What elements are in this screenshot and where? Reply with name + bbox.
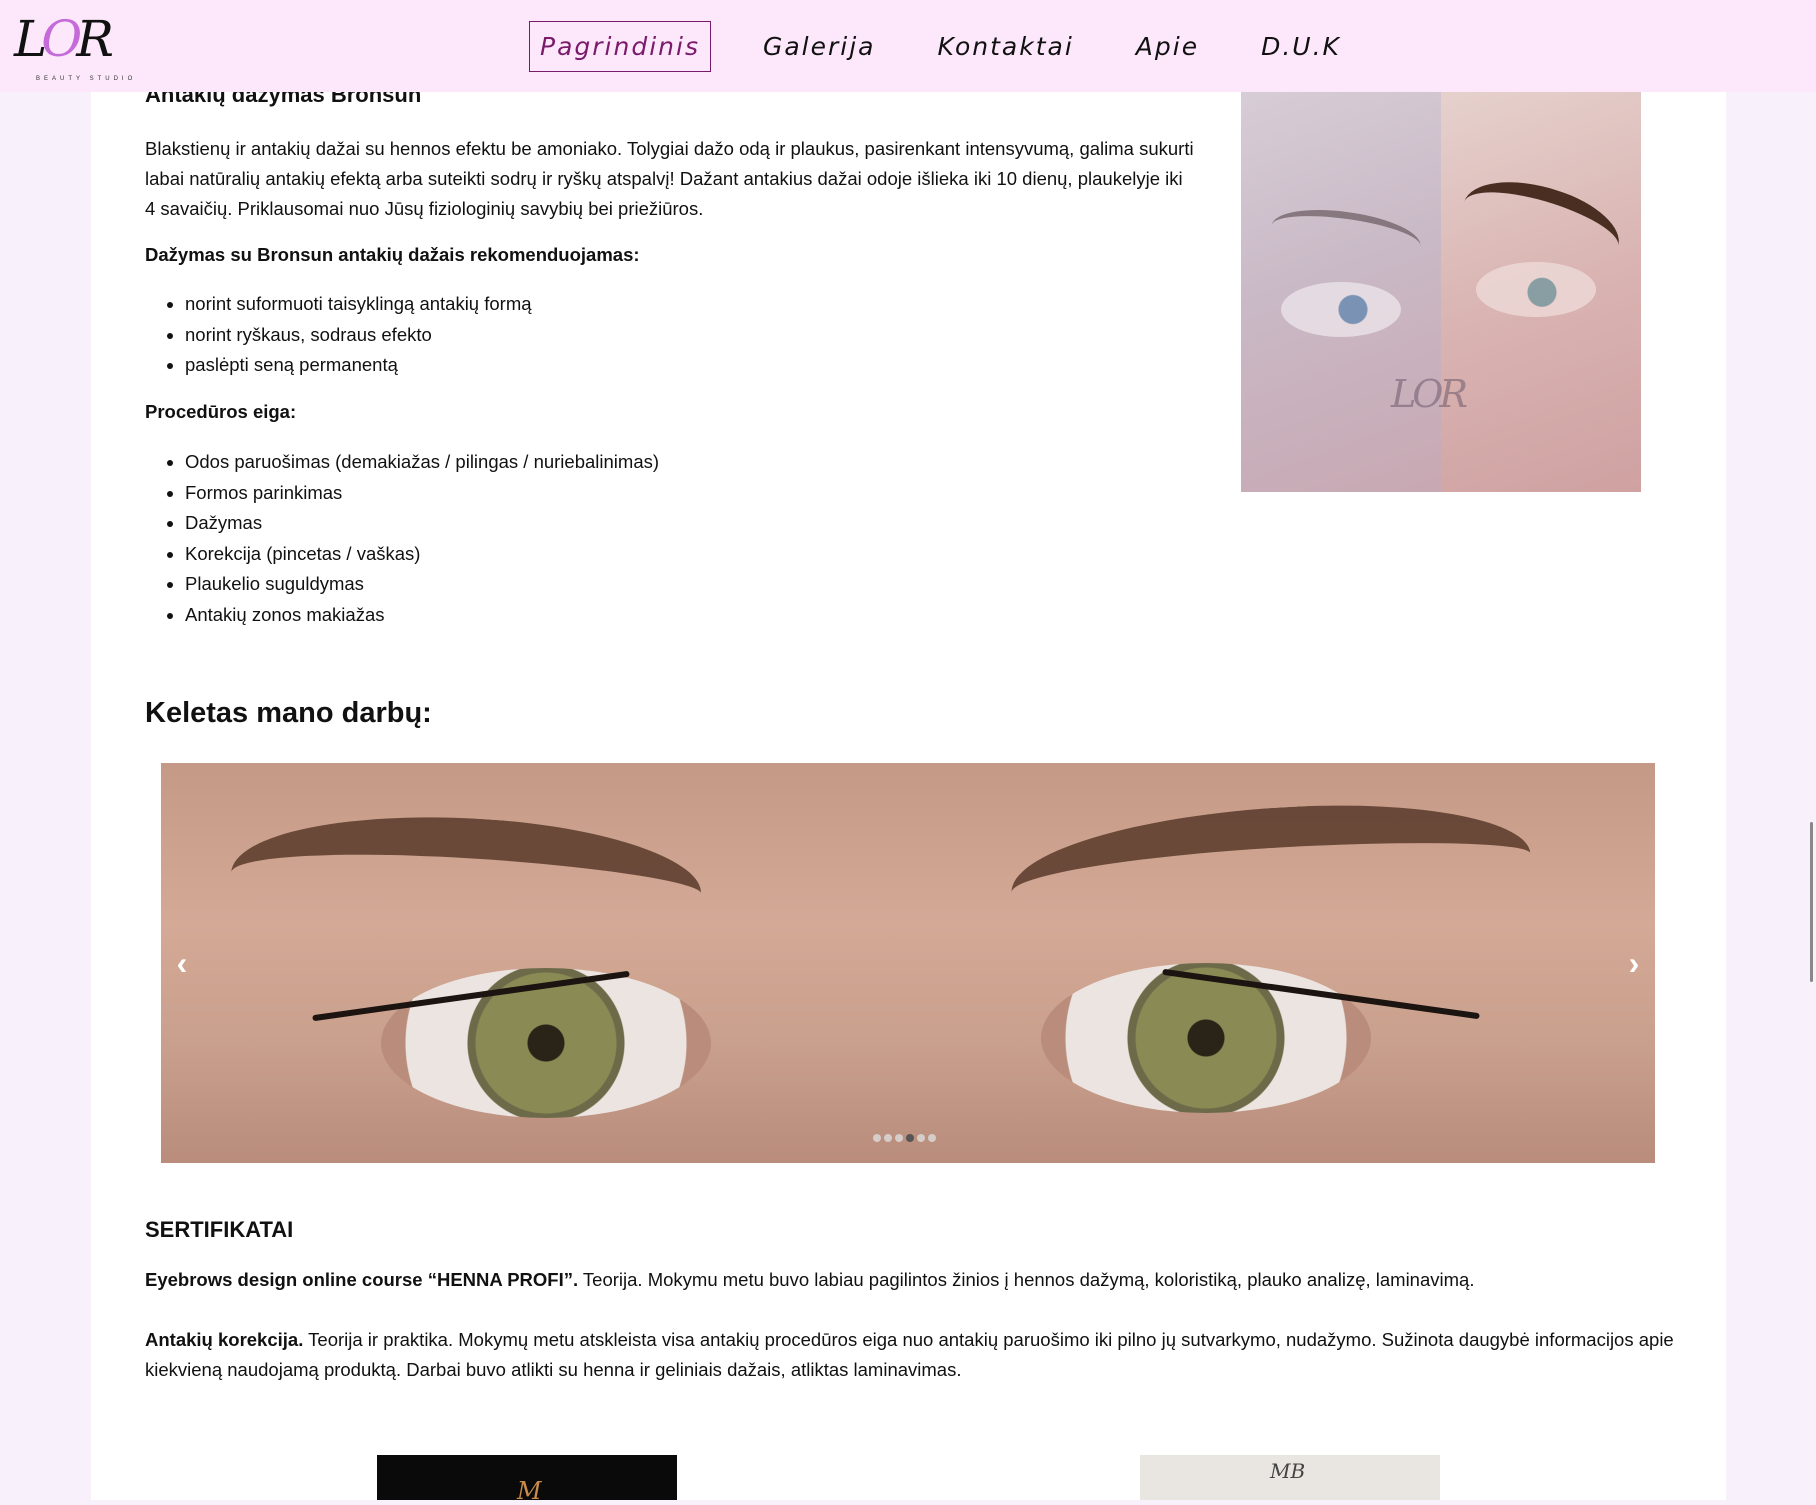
slide-brow-left (227, 801, 705, 965)
slider-dot[interactable] (873, 1134, 881, 1142)
list-item: Antakių zonos makiažas (185, 600, 659, 631)
list-item: Plaukelio suguldymas (185, 569, 659, 600)
slider-dot[interactable] (884, 1134, 892, 1142)
works-slider[interactable]: ‹ › (161, 763, 1655, 1163)
list-item: Korekcija (pincetas / vaškas) (185, 539, 659, 570)
list-item: norint suformuoti taisyklingą antakių fo… (185, 289, 532, 320)
page-scrollbar[interactable] (1810, 822, 1813, 982)
before-after-photo: LOR (1241, 92, 1641, 492)
nav-item-galerija[interactable]: Galerija (753, 22, 886, 71)
nav-item-kontaktai[interactable]: Kontaktai (927, 22, 1083, 71)
nav-item-duk[interactable]: D.U.K (1251, 22, 1351, 71)
works-title: Keletas mano darbų: (145, 697, 432, 729)
slide-eye-right (1041, 963, 1371, 1113)
certificate-item: Eyebrows design online course “HENNA PRO… (145, 1265, 1675, 1295)
certificate-mark: MB (1270, 1459, 1306, 1483)
service-description: Blakstienų ir antakių dažai su hennos ef… (145, 138, 1194, 219)
slider-dot[interactable] (917, 1134, 925, 1142)
slider-prev-arrow[interactable]: ‹ (167, 943, 197, 983)
list-item: Formos parinkimas (185, 478, 659, 509)
recommended-title: Dažymas su Bronsun antakių dažais rekome… (145, 244, 640, 265)
site-header: LOR BEAUTY STUDIO Pagrindinis Galerija K… (0, 0, 1816, 92)
main-nav: Pagrindinis Galerija Kontaktai Apie D.U.… (529, 20, 1393, 72)
slider-dots (873, 1134, 936, 1142)
nav-item-pagrindinis[interactable]: Pagrindinis (529, 20, 711, 72)
slide-brow-right (1007, 794, 1535, 952)
procedure-title: Procedūros eiga: (145, 401, 297, 422)
nav-item-apie[interactable]: Apie (1126, 22, 1209, 71)
slider-next-arrow[interactable]: › (1619, 943, 1649, 983)
logo-subtitle: BEAUTY STUDIO (36, 76, 137, 82)
certificate-image[interactable]: M (377, 1455, 677, 1505)
slider-dot[interactable] (895, 1134, 903, 1142)
eye-before-shape (1281, 282, 1401, 337)
brand-logo[interactable]: LOR BEAUTY STUDIO (14, 10, 138, 84)
procedure-list: Odos paruošimas (demakiažas / pilingas /… (145, 447, 659, 630)
list-item: norint ryškaus, sodraus efekto (185, 320, 532, 351)
certificate-text: Teorija ir praktika. Mokymų metu atsklei… (145, 1329, 1674, 1380)
certificate-item: Antakių korekcija. Teorija ir praktika. … (145, 1325, 1675, 1385)
certificate-text: Teorija. Mokymu metu buvo labiau pagilin… (578, 1269, 1475, 1290)
certificate-name: Eyebrows design online course “HENNA PRO… (145, 1269, 579, 1290)
slider-dot[interactable] (906, 1134, 914, 1142)
slider-dot[interactable] (928, 1134, 936, 1142)
eye-after-shape (1476, 262, 1596, 317)
list-item: paslėpti seną permanentą (185, 350, 532, 381)
certificate-mark: M (517, 1477, 542, 1505)
slide-eye-left (381, 968, 711, 1118)
certificate-image[interactable]: MB (1140, 1455, 1440, 1500)
logo-monogram: LOR (14, 10, 114, 68)
certificates-title: SERTIFIKATAI (145, 1217, 294, 1242)
list-item: Odos paruošimas (demakiažas / pilingas /… (185, 447, 659, 478)
photo-watermark: LOR (1391, 372, 1468, 416)
list-item: Dažymas (185, 508, 659, 539)
recommended-list: norint suformuoti taisyklingą antakių fo… (145, 289, 532, 381)
certificate-name: Antakių korekcija. (145, 1329, 304, 1350)
